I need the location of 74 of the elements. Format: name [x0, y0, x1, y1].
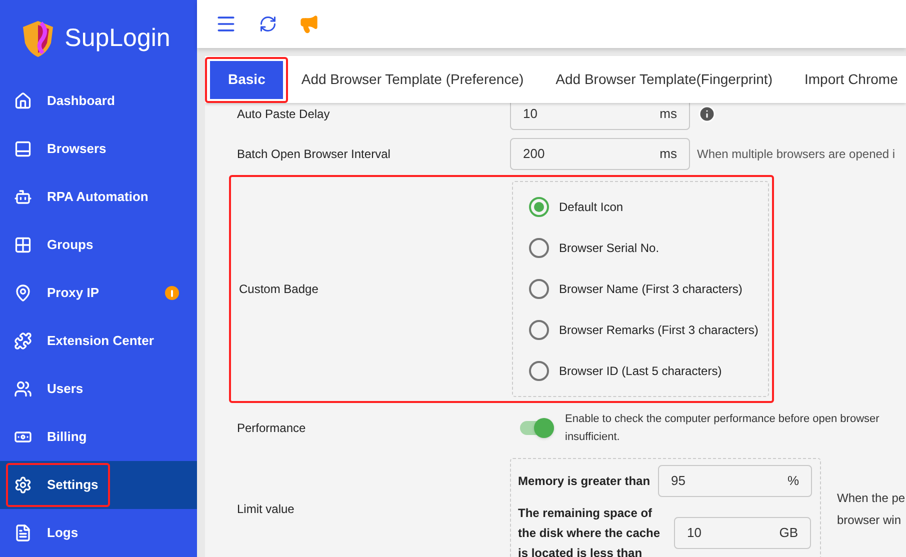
megaphone-icon[interactable]	[299, 14, 319, 34]
setting-label: Limit value	[237, 501, 296, 518]
unit-label: ms	[660, 145, 677, 164]
home-icon	[14, 92, 32, 110]
document-icon	[14, 524, 32, 542]
radio-button[interactable]	[529, 238, 549, 258]
number-field[interactable]: 10 GB	[674, 517, 811, 549]
sidebar-label: Groups	[47, 236, 94, 254]
unit-label: GB	[779, 524, 798, 542]
sidebar-item[interactable]: Groups	[0, 221, 197, 269]
sidebar-item[interactable]: Dashboard	[0, 77, 197, 125]
radio-option[interactable]: Default Icon	[529, 196, 768, 217]
sidebar-label: Billing	[47, 428, 87, 446]
radio-button[interactable]	[529, 196, 549, 217]
setting-label: Performance	[237, 420, 307, 437]
sidebar-label: Proxy IP	[47, 284, 100, 302]
tab[interactable]: Import Chrome	[788, 60, 906, 98]
number-field[interactable]: 10 ms	[510, 103, 690, 130]
field-value: 10	[687, 524, 702, 542]
tab[interactable]: Add Browser Template(Fingerprint)	[540, 60, 788, 98]
pin-icon	[14, 284, 32, 302]
sidebar-label: Dashboard	[47, 92, 115, 110]
limit-label: The remaining space of the disk where the cache is located is less than	[518, 505, 662, 557]
settings-icon	[14, 476, 32, 494]
hint-text: When multiple browsers are opened i	[697, 146, 896, 163]
sidebar-item[interactable]: Logs	[0, 509, 197, 557]
users-icon	[14, 380, 32, 398]
sidebar-label: Extension Center	[47, 332, 154, 350]
radio-button[interactable]	[529, 361, 549, 382]
sidebar-label: Users	[47, 380, 84, 398]
radio-button[interactable]	[529, 320, 549, 340]
sidebar-item[interactable]: RPA Automation	[0, 173, 197, 221]
puzzle-icon	[14, 332, 32, 350]
field-value: 95	[671, 472, 686, 490]
toggle-switch[interactable]	[520, 421, 554, 435]
sidebar-label: Settings	[47, 476, 98, 494]
refresh-icon[interactable]	[259, 15, 277, 33]
field-value: 10	[523, 105, 538, 124]
setting-label: Batch Open Browser Interval	[237, 146, 392, 163]
radio-option[interactable]: Browser ID (Last 5 characters)	[529, 361, 768, 382]
window-icon	[14, 140, 32, 158]
sidebar-label: Logs	[47, 524, 78, 542]
limit-label: Memory is greater than	[518, 473, 650, 490]
sidebar-item[interactable]: Billing	[0, 413, 197, 461]
radio-option[interactable]: Browser Serial No.	[529, 238, 768, 258]
robot-icon	[14, 188, 32, 206]
unit-label: ms	[660, 105, 677, 124]
tab[interactable]: Add Browser Template (Preference)	[285, 60, 540, 98]
radio-button[interactable]	[529, 278, 549, 299]
tab[interactable]: Basic	[210, 60, 284, 98]
sidebar-item[interactable]: Proxy IP	[0, 269, 197, 317]
option-label: Browser Name (First 3 characters)	[559, 280, 742, 298]
hint-text: When the pe browser win	[837, 490, 906, 529]
radio-option[interactable]: Browser Remarks (First 3 characters)	[529, 320, 768, 340]
hint-text: Enable to check the computer performance before open browser insufficient.	[565, 412, 880, 445]
number-field[interactable]: 95 %	[658, 465, 812, 497]
setting-label: Auto Paste Delay	[237, 106, 331, 123]
radio-option[interactable]: Browser Name (First 3 characters)	[529, 278, 768, 299]
sidebar-label: Browsers	[47, 140, 106, 158]
setting-label: Custom Badge	[239, 281, 320, 298]
option-label: Browser Remarks (First 3 characters)	[559, 322, 758, 340]
grid-icon	[14, 236, 32, 254]
number-field[interactable]: 200 ms	[510, 138, 690, 170]
sidebar-item[interactable]: Extension Center	[0, 317, 197, 365]
sidebar-item[interactable]: Users	[0, 365, 197, 413]
option-label: Browser Serial No.	[559, 240, 660, 257]
sidebar-item[interactable]: Settings	[0, 461, 197, 509]
field-value: 200	[523, 145, 545, 164]
unit-label: %	[787, 472, 800, 490]
sidebar-item[interactable]: Browsers	[0, 125, 197, 173]
brand-name: SupLogin	[64, 22, 170, 54]
option-label: Default Icon	[559, 198, 624, 216]
option-label: Browser ID (Last 5 characters)	[559, 363, 722, 380]
sidebar-label: RPA Automation	[47, 188, 148, 206]
